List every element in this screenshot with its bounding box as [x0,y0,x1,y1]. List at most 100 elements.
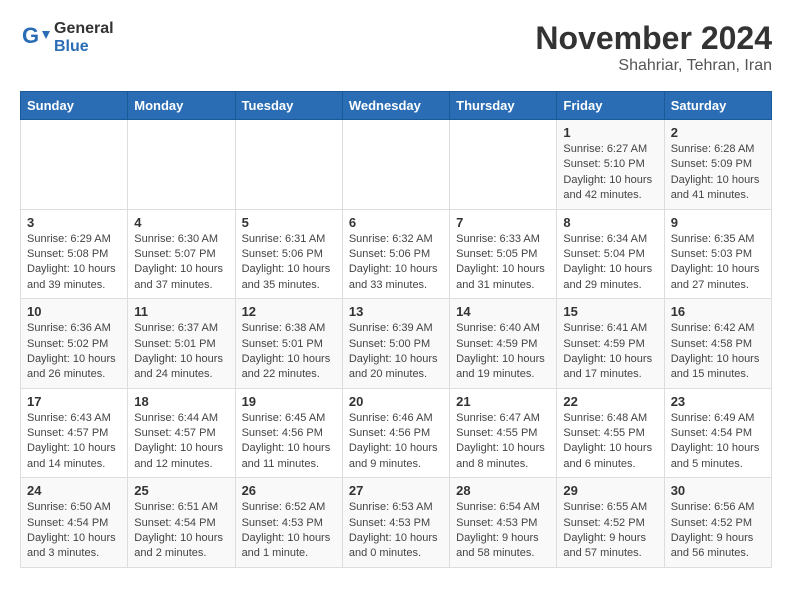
calendar-cell: 26 Sunrise: 6:52 AMSunset: 4:53 PMDayligh… [235,478,342,568]
day-header-thursday: Thursday [450,92,557,120]
day-number: 29 [563,483,657,498]
day-number: 5 [242,215,336,230]
day-number: 14 [456,304,550,319]
calendar-cell: 27 Sunrise: 6:53 AMSunset: 4:53 PMDayligh… [342,478,449,568]
day-info: Sunrise: 6:42 AMSunset: 4:58 PMDaylight:… [671,321,765,383]
day-number: 23 [671,394,765,409]
calendar-cell: 16 Sunrise: 6:42 AMSunset: 4:58 PMDayligh… [664,299,771,389]
calendar-cell: 21 Sunrise: 6:47 AMSunset: 4:55 PMDayligh… [450,388,557,478]
day-info: Sunrise: 6:34 AMSunset: 5:04 PMDaylight:… [563,232,657,294]
day-info: Sunrise: 6:37 AMSunset: 5:01 PMDaylight:… [134,321,228,383]
day-header-saturday: Saturday [664,92,771,120]
title-block: November 2024 Shahriar, Tehran, Iran [535,20,772,75]
day-number: 12 [242,304,336,319]
day-info: Sunrise: 6:44 AMSunset: 4:57 PMDaylight:… [134,411,228,473]
calendar-cell: 24 Sunrise: 6:50 AMSunset: 4:54 PMDayligh… [21,478,128,568]
day-number: 7 [456,215,550,230]
day-info: Sunrise: 6:27 AMSunset: 5:10 PMDaylight:… [563,142,657,204]
day-info: Sunrise: 6:53 AMSunset: 4:53 PMDaylight:… [349,500,443,562]
day-info: Sunrise: 6:49 AMSunset: 4:54 PMDaylight:… [671,411,765,473]
day-info: Sunrise: 6:46 AMSunset: 4:56 PMDaylight:… [349,411,443,473]
calendar-cell: 23 Sunrise: 6:49 AMSunset: 4:54 PMDayligh… [664,388,771,478]
day-info: Sunrise: 6:48 AMSunset: 4:55 PMDaylight:… [563,411,657,473]
location-subtitle: Shahriar, Tehran, Iran [535,57,772,75]
day-info: Sunrise: 6:36 AMSunset: 5:02 PMDaylight:… [27,321,121,383]
page-header: G General Blue November 2024 Shahriar, T… [20,20,772,75]
week-row-4: 17Sunrise: 6:43 AMSunset: 4:57 PMDayligh… [21,388,772,478]
calendar-cell: 8Sunrise: 6:34 AMSunset: 5:04 PMDaylight… [557,209,664,299]
day-number: 20 [349,394,443,409]
day-info: Sunrise: 6:50 AMSunset: 4:54 PMDaylight:… [27,500,121,562]
day-info: Sunrise: 6:31 AMSunset: 5:06 PMDaylight:… [242,232,336,294]
calendar-cell: 22 Sunrise: 6:48 AMSunset: 4:55 PMDayligh… [557,388,664,478]
day-info: Sunrise: 6:29 AMSunset: 5:08 PMDaylight:… [27,232,121,294]
day-number: 9 [671,215,765,230]
calendar-cell: 6 Sunrise: 6:32 AMSunset: 5:06 PMDaylight… [342,209,449,299]
day-info: Sunrise: 6:47 AMSunset: 4:55 PMDaylight:… [456,411,550,473]
day-number: 6 [349,215,443,230]
calendar-cell: 2Sunrise: 6:28 AMSunset: 5:09 PMDaylight… [664,120,771,210]
calendar-cell: 25 Sunrise: 6:51 AMSunset: 4:54 PMDayligh… [128,478,235,568]
day-number: 1 [563,125,657,140]
calendar-cell: 28Sunrise: 6:54 AMSunset: 4:53 PMDayligh… [450,478,557,568]
week-row-1: 1 Sunrise: 6:27 AMSunset: 5:10 PMDaylight… [21,120,772,210]
calendar-table: SundayMondayTuesdayWednesdayThursdayFrid… [20,91,772,568]
logo-blue: Blue [54,38,114,56]
calendar-cell: 3Sunrise: 6:29 AMSunset: 5:08 PMDaylight… [21,209,128,299]
day-header-wednesday: Wednesday [342,92,449,120]
day-info: Sunrise: 6:38 AMSunset: 5:01 PMDaylight:… [242,321,336,383]
calendar-cell: 14 Sunrise: 6:40 AMSunset: 4:59 PMDayligh… [450,299,557,389]
day-number: 21 [456,394,550,409]
calendar-cell [235,120,342,210]
day-info: Sunrise: 6:33 AMSunset: 5:05 PMDaylight:… [456,232,550,294]
logo-text: General Blue [54,20,114,55]
day-number: 11 [134,304,228,319]
day-number: 27 [349,483,443,498]
week-row-5: 24 Sunrise: 6:50 AMSunset: 4:54 PMDayligh… [21,478,772,568]
calendar-cell: 11 Sunrise: 6:37 AMSunset: 5:01 PMDayligh… [128,299,235,389]
day-info: Sunrise: 6:55 AMSunset: 4:52 PMDaylight:… [563,500,657,562]
day-header-monday: Monday [128,92,235,120]
week-row-3: 10 Sunrise: 6:36 AMSunset: 5:02 PMDayligh… [21,299,772,389]
day-info: Sunrise: 6:51 AMSunset: 4:54 PMDaylight:… [134,500,228,562]
calendar-cell: 4Sunrise: 6:30 AMSunset: 5:07 PMDaylight… [128,209,235,299]
calendar-cell: 29 Sunrise: 6:55 AMSunset: 4:52 PMDayligh… [557,478,664,568]
svg-text:G: G [22,23,39,48]
day-header-tuesday: Tuesday [235,92,342,120]
calendar-cell: 18Sunrise: 6:44 AMSunset: 4:57 PMDayligh… [128,388,235,478]
week-row-2: 3Sunrise: 6:29 AMSunset: 5:08 PMDaylight… [21,209,772,299]
day-number: 15 [563,304,657,319]
day-info: Sunrise: 6:32 AMSunset: 5:06 PMDaylight:… [349,232,443,294]
day-info: Sunrise: 6:30 AMSunset: 5:07 PMDaylight:… [134,232,228,294]
day-header-friday: Friday [557,92,664,120]
calendar-cell: 30 Sunrise: 6:56 AMSunset: 4:52 PMDayligh… [664,478,771,568]
day-number: 22 [563,394,657,409]
calendar-cell [128,120,235,210]
day-number: 10 [27,304,121,319]
calendar-cell: 20 Sunrise: 6:46 AMSunset: 4:56 PMDayligh… [342,388,449,478]
calendar-cell: 19Sunrise: 6:45 AMSunset: 4:56 PMDayligh… [235,388,342,478]
day-number: 28 [456,483,550,498]
day-info: Sunrise: 6:41 AMSunset: 4:59 PMDaylight:… [563,321,657,383]
calendar-cell [342,120,449,210]
calendar-cell: 10 Sunrise: 6:36 AMSunset: 5:02 PMDayligh… [21,299,128,389]
day-info: Sunrise: 6:52 AMSunset: 4:53 PMDaylight:… [242,500,336,562]
day-number: 26 [242,483,336,498]
day-number: 2 [671,125,765,140]
day-number: 16 [671,304,765,319]
day-number: 24 [27,483,121,498]
day-info: Sunrise: 6:39 AMSunset: 5:00 PMDaylight:… [349,321,443,383]
day-info: Sunrise: 6:56 AMSunset: 4:52 PMDaylight:… [671,500,765,562]
day-number: 17 [27,394,121,409]
days-header-row: SundayMondayTuesdayWednesdayThursdayFrid… [21,92,772,120]
logo-general: General [54,20,114,38]
day-number: 25 [134,483,228,498]
day-info: Sunrise: 6:45 AMSunset: 4:56 PMDaylight:… [242,411,336,473]
day-number: 30 [671,483,765,498]
day-info: Sunrise: 6:40 AMSunset: 4:59 PMDaylight:… [456,321,550,383]
day-number: 13 [349,304,443,319]
calendar-cell: 1 Sunrise: 6:27 AMSunset: 5:10 PMDaylight… [557,120,664,210]
day-header-sunday: Sunday [21,92,128,120]
calendar-cell: 12 Sunrise: 6:38 AMSunset: 5:01 PMDayligh… [235,299,342,389]
calendar-cell [21,120,128,210]
